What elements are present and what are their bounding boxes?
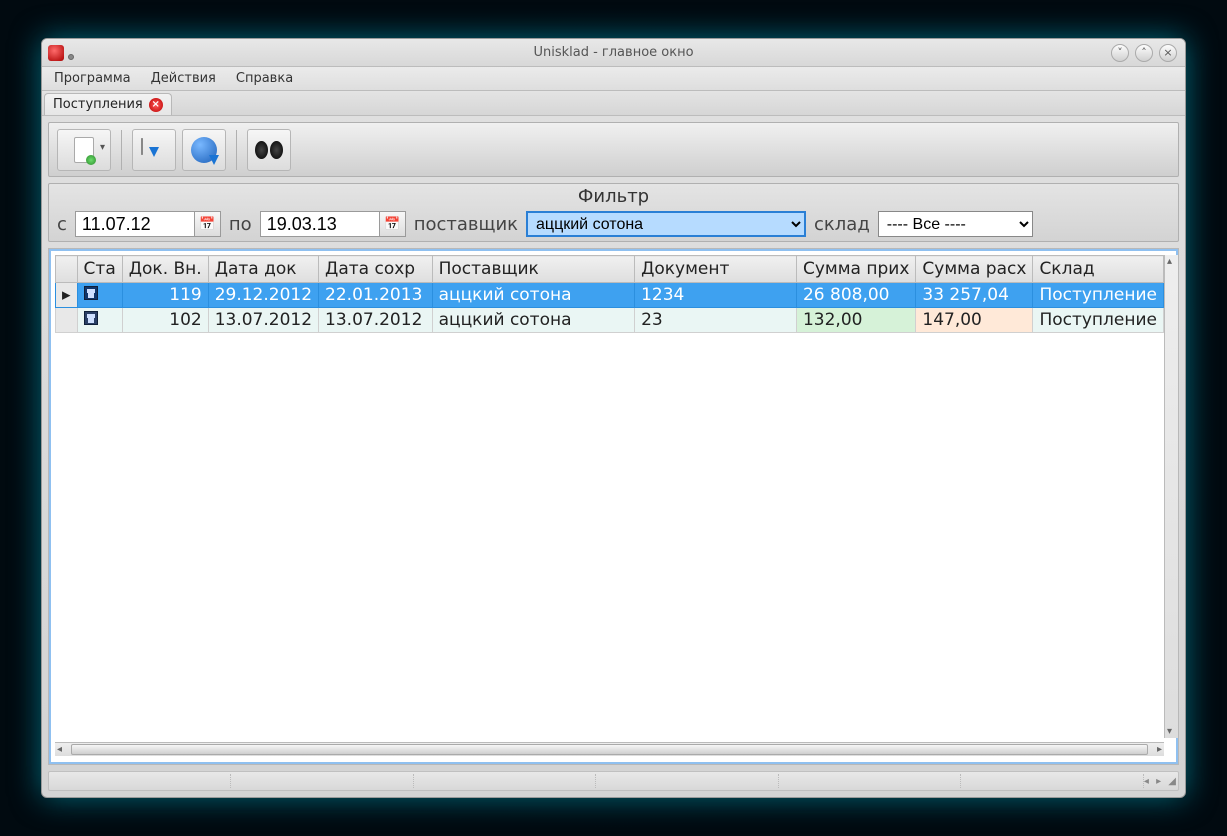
toolbar-divider — [236, 130, 237, 170]
new-document-button[interactable] — [57, 129, 111, 171]
globe-download-icon — [191, 137, 217, 163]
col-supplier[interactable]: Поставщик — [432, 256, 634, 283]
warehouse-select[interactable]: ---- Все ---- — [878, 211, 1033, 237]
calendar-icon[interactable]: 📅 — [380, 211, 406, 237]
supplier-cell: аццкий сотона — [432, 308, 634, 333]
document-tabs: Поступления × — [42, 91, 1185, 116]
maximize-button[interactable]: ˄ — [1135, 44, 1153, 62]
col-status[interactable]: Ста — [77, 256, 122, 283]
date-from-input[interactable] — [75, 211, 195, 237]
sumin-cell: 132,00 — [796, 308, 915, 333]
calendar-icon[interactable]: 📅 — [195, 211, 221, 237]
col-warehouse[interactable]: Склад — [1033, 256, 1164, 283]
data-grid-panel: Ста Док. Вн. Дата док Дата сохр Поставщи… — [48, 248, 1179, 765]
date-to-label: по — [229, 214, 252, 235]
binoculars-icon — [255, 141, 283, 159]
col-savedate[interactable]: Дата сохр — [319, 256, 433, 283]
status-cell — [77, 308, 122, 333]
grid-header-row: Ста Док. Вн. Дата док Дата сохр Поставщи… — [56, 256, 1164, 283]
toolbar-divider — [121, 130, 122, 170]
vertical-scrollbar[interactable] — [1164, 255, 1178, 738]
data-grid[interactable]: Ста Док. Вн. Дата док Дата сохр Поставщи… — [55, 255, 1164, 333]
col-sumout[interactable]: Сумма расх — [916, 256, 1033, 283]
resize-grip-icon[interactable]: ◂ ▸ ◢ — [1144, 776, 1178, 787]
document-cell: 23 — [635, 308, 797, 333]
toolbar — [48, 122, 1179, 177]
warehouse-label: склад — [814, 214, 870, 235]
date-from-label: с — [57, 214, 67, 235]
document-cell: 1234 — [635, 283, 797, 308]
status-bar: ◂ ▸ ◢ — [48, 771, 1179, 791]
save-icon — [84, 311, 98, 325]
col-docno[interactable]: Док. Вн. — [122, 256, 208, 283]
document-add-icon — [74, 137, 94, 163]
menubar: Программа Действия Справка — [42, 67, 1185, 91]
supplier-label: поставщик — [414, 214, 518, 235]
menu-actions[interactable]: Действия — [143, 69, 224, 88]
pin-icon — [68, 54, 74, 60]
filter-title: Фильтр — [49, 184, 1178, 211]
database-download-icon — [141, 139, 167, 161]
table-row[interactable]: ▸ 119 29.12.2012 22.01.2013 аццкий сотон… — [56, 283, 1164, 308]
titlebar[interactable]: Unisklad - главное окно ˅ ˄ × — [42, 39, 1185, 67]
warehouse-cell: Поступление — [1033, 283, 1164, 308]
horizontal-scrollbar[interactable] — [55, 742, 1164, 756]
app-window: Unisklad - главное окно ˅ ˄ × Программа … — [41, 38, 1186, 798]
supplier-cell: аццкий сотона — [432, 283, 634, 308]
docno-cell: 119 — [122, 283, 208, 308]
col-docdate[interactable]: Дата док — [208, 256, 318, 283]
col-marker[interactable] — [56, 256, 78, 283]
savedate-cell: 22.01.2013 — [319, 283, 433, 308]
warehouse-cell: Поступление — [1033, 308, 1164, 333]
db-download-button[interactable] — [132, 129, 176, 171]
table-row[interactable]: 102 13.07.2012 13.07.2012 аццкий сотона … — [56, 308, 1164, 333]
row-marker — [56, 308, 78, 333]
save-icon — [84, 286, 98, 300]
window-title: Unisklad - главное окно — [42, 45, 1185, 60]
tab-label: Поступления — [53, 97, 143, 112]
tab-receipts[interactable]: Поступления × — [44, 93, 172, 115]
menu-program[interactable]: Программа — [46, 69, 139, 88]
row-marker: ▸ — [56, 283, 78, 308]
close-button[interactable]: × — [1159, 44, 1177, 62]
web-download-button[interactable] — [182, 129, 226, 171]
search-button[interactable] — [247, 129, 291, 171]
status-cell — [77, 283, 122, 308]
col-document[interactable]: Документ — [635, 256, 797, 283]
docdate-cell: 29.12.2012 — [208, 283, 318, 308]
docdate-cell: 13.07.2012 — [208, 308, 318, 333]
close-icon[interactable]: × — [149, 98, 163, 112]
menu-help[interactable]: Справка — [228, 69, 301, 88]
sumout-cell: 147,00 — [916, 308, 1033, 333]
supplier-select[interactable]: аццкий сотона — [526, 211, 806, 237]
docno-cell: 102 — [122, 308, 208, 333]
sumout-cell: 33 257,04 — [916, 283, 1033, 308]
filter-panel: Фильтр с 📅 по 📅 поставщик аццкий сотона … — [48, 183, 1179, 242]
minimize-button[interactable]: ˅ — [1111, 44, 1129, 62]
app-icon — [48, 45, 64, 61]
sumin-cell: 26 808,00 — [796, 283, 915, 308]
savedate-cell: 13.07.2012 — [319, 308, 433, 333]
col-sumin[interactable]: Сумма прих — [796, 256, 915, 283]
date-to-input[interactable] — [260, 211, 380, 237]
